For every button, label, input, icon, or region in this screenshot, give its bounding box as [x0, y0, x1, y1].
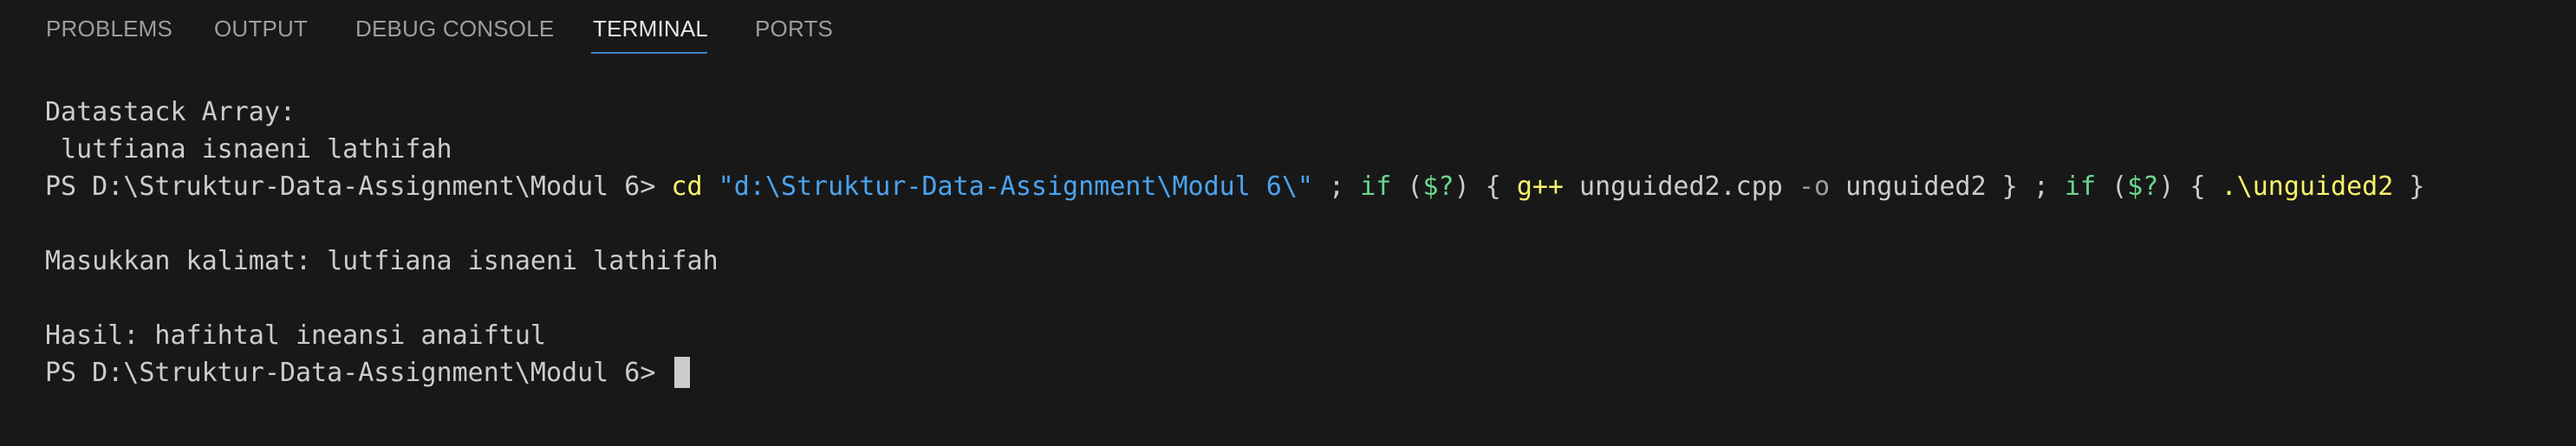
command-gpp: g++ — [1516, 171, 1564, 202]
terminal-cursor — [674, 357, 691, 388]
command-if-keyword: if — [1360, 171, 1392, 202]
tab-debug-console[interactable]: DEBUG CONSOLE — [355, 16, 554, 42]
command-separator: ; — [1313, 171, 1361, 202]
terminal-line: Hasil: hafihtal ineansi anaiftul — [45, 320, 546, 351]
panel-tab-bar: PROBLEMS OUTPUT DEBUG CONSOLE TERMINAL P… — [0, 0, 2576, 59]
command-cd: cd — [671, 171, 703, 202]
terminal-line: Datastack Array: — [45, 97, 296, 127]
tab-output[interactable]: OUTPUT — [214, 16, 308, 42]
command-args: unguided2.cpp — [1564, 171, 1799, 202]
terminal-prompt: PS D:\Struktur-Data-Assignment\Modul 6> — [45, 358, 672, 388]
command-paren: ) { — [2158, 171, 2221, 202]
command-if-keyword: if — [2065, 171, 2097, 202]
terminal-prompt: PS D:\Struktur-Data-Assignment\Modul 6> — [45, 171, 672, 202]
terminal-panel: PROBLEMS OUTPUT DEBUG CONSOLE TERMINAL P… — [0, 0, 2576, 446]
command-paren: ( — [2096, 171, 2128, 202]
command-paren: ) { — [1454, 171, 1517, 202]
command-brace: } — [2393, 171, 2425, 202]
terminal-prompt-line[interactable]: PS D:\Struktur-Data-Assignment\Modul 6> — [45, 354, 2559, 391]
terminal-line: lutfiana isnaeni lathifah — [45, 134, 452, 165]
command-paren: ( — [1391, 171, 1423, 202]
terminal-output[interactable]: Datastack Array: lutfiana isnaeni lathif… — [45, 94, 2559, 391]
command-flag: -o — [1798, 171, 1831, 202]
command-status-var: $? — [2127, 171, 2159, 202]
command-args: unguided2 } ; — [1830, 171, 2065, 202]
command-run-executable: .\unguided2 — [2221, 171, 2394, 202]
command-path-string: "d:\Struktur-Data-Assignment\Modul 6\" — [718, 171, 1313, 202]
tab-ports[interactable]: PORTS — [755, 16, 833, 42]
tab-problems[interactable]: PROBLEMS — [46, 16, 172, 42]
terminal-command-line: PS D:\Struktur-Data-Assignment\Modul 6> … — [45, 168, 2559, 205]
active-tab-indicator — [591, 52, 707, 54]
tab-terminal[interactable]: TERMINAL — [593, 16, 708, 42]
command-status-var: $? — [1422, 171, 1454, 202]
terminal-line: Masukkan kalimat: lutfiana isnaeni lathi… — [45, 246, 719, 276]
